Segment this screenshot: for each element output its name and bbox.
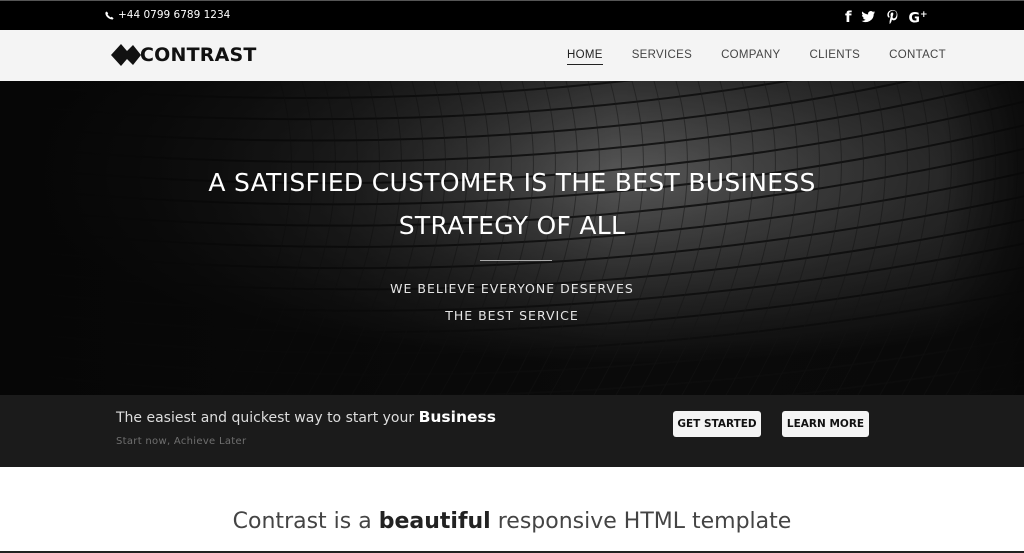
learn-more-button[interactable]: LEARN MORE [782,411,869,437]
nav-item-clients[interactable]: CLIENTS [809,49,860,65]
phone-icon [105,10,114,19]
intro-heading-pre: Contrast is a [232,509,372,534]
get-started-button[interactable]: GET STARTED [673,411,761,437]
logo[interactable]: CONTRAST [111,42,257,68]
cta-lead-emphasis: Business [418,408,496,426]
diamond-logo-icon [111,44,141,66]
cta-lead: The easiest and quickest way to start yo… [116,408,496,426]
facebook-icon[interactable]: f [845,8,852,26]
hero-section: A SATISFIED CUSTOMER IS THE BEST BUSINES… [0,81,1024,395]
intro-heading-bold: beautiful [378,509,491,534]
intro-section: Contrast is a beautiful responsive HTML … [0,467,1024,553]
hero-subtitle: WE BELIEVE EVERYONE DESERVES THE BEST SE… [0,275,1024,329]
social-links: f G+ [845,6,928,28]
hero-title-line2: STRATEGY OF ALL [398,211,626,240]
phone-number: +44 0799 6789 1234 [118,9,231,21]
google-plus-icon[interactable]: G+ [909,6,928,28]
phone-contact: +44 0799 6789 1234 [105,9,230,21]
hero-subtitle-line2: THE BEST SERVICE [445,308,579,323]
top-bar: +44 0799 6789 1234 f G+ [0,0,1024,30]
logo-text: CONTRAST [140,44,257,66]
nav-item-contact[interactable]: CONTACT [889,49,946,65]
hero-title: A SATISFIED CUSTOMER IS THE BEST BUSINES… [0,161,1024,247]
main-navbar: CONTRAST HOME SERVICES COMPANY CLIENTS C… [0,30,1024,81]
nav-item-company[interactable]: COMPANY [721,49,780,65]
intro-heading: Contrast is a beautiful responsive HTML … [0,509,1024,534]
main-nav: HOME SERVICES COMPANY CLIENTS CONTACT [567,49,946,65]
nav-item-services[interactable]: SERVICES [632,49,692,65]
hero-title-line1: A SATISFIED CUSTOMER IS THE BEST BUSINES… [208,168,816,197]
hero-subtitle-line1: WE BELIEVE EVERYONE DESERVES [390,281,634,296]
cta-band: The easiest and quickest way to start yo… [0,395,1024,467]
cta-lead-text: The easiest and quickest way to start yo… [116,410,415,426]
twitter-icon[interactable] [861,9,876,24]
hero-divider [480,260,552,261]
nav-item-home[interactable]: HOME [567,49,603,65]
intro-heading-post: responsive HTML template [497,509,792,534]
cta-tagline: Start now, Achieve Later [116,436,247,447]
pinterest-icon[interactable] [885,9,900,25]
